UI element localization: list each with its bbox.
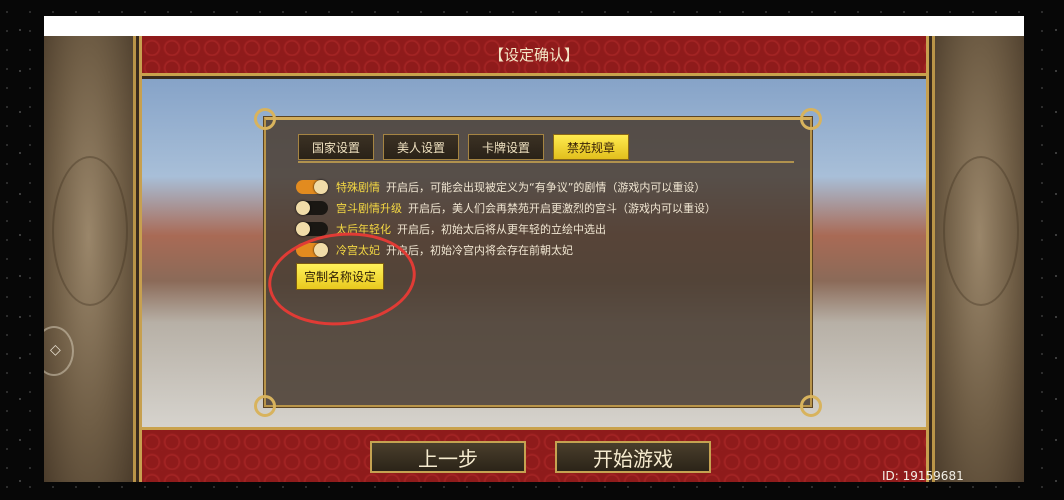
- game-screen: ◇ 【设定确认】 国家设置 美人设置 卡牌设置 禁苑规章 特殊剧情 开启后，可能…: [44, 36, 1024, 482]
- settings-frame: 【设定确认】 国家设置 美人设置 卡牌设置 禁苑规章 特殊剧情 开启后，可能会出…: [139, 36, 964, 482]
- toggle-knob: [314, 179, 328, 194]
- tab-beauty-settings[interactable]: 美人设置: [383, 134, 459, 160]
- footer-bar: 上一步 开始游戏 ID: 19159681: [142, 427, 964, 482]
- top-white-strip: [44, 16, 1024, 36]
- dragon-medallion-icon: [943, 156, 1019, 306]
- settings-panel: 国家设置 美人设置 卡牌设置 禁苑规章 特殊剧情 开启后，可能会出现被定义为“有…: [254, 108, 822, 417]
- setting-description: 开启后，初始冷宫内将会存在前朝太妃: [386, 243, 573, 257]
- start-game-button[interactable]: 开始游戏: [555, 441, 711, 473]
- setting-description: 开启后，可能会出现被定义为“有争议”的剧情（游戏内可以重设）: [386, 180, 706, 194]
- left-dragon-panel: ◇: [44, 36, 136, 482]
- tab-card-settings[interactable]: 卡牌设置: [468, 134, 544, 160]
- toggle-knob: [296, 200, 310, 215]
- tab-bar: 国家设置 美人设置 卡牌设置 禁苑规章: [298, 134, 629, 160]
- player-id: ID: 19159681: [882, 469, 964, 482]
- harem-plot-upgrade-toggle[interactable]: [296, 200, 328, 215]
- page-title: 【设定确认】: [488, 46, 579, 64]
- corner-ornament-icon: [800, 108, 822, 130]
- setting-description: 开启后，初始太后将从更年轻的立绘中选出: [397, 222, 606, 236]
- side-control-handle[interactable]: ◇: [44, 326, 74, 376]
- corner-ornament-icon: [800, 395, 822, 417]
- toggle-knob: [296, 221, 310, 236]
- right-dragon-panel: [932, 36, 1024, 482]
- previous-step-button[interactable]: 上一步: [370, 441, 526, 473]
- setting-label: 宫斗剧情升级: [336, 201, 402, 215]
- palace-background: 国家设置 美人设置 卡牌设置 禁苑规章 特殊剧情 开启后，可能会出现被定义为“有…: [142, 79, 926, 427]
- palace-name-settings-button[interactable]: 宫制名称设定: [296, 263, 384, 290]
- special-plot-toggle[interactable]: [296, 179, 328, 194]
- tab-country-settings[interactable]: 国家设置: [298, 134, 374, 160]
- tab-palace-rules[interactable]: 禁苑规章: [553, 134, 629, 160]
- side-control-icon: ◇: [50, 342, 61, 358]
- setting-description: 开启后，美人们会再禁苑开启更激烈的宫斗（游戏内可以重设）: [408, 201, 716, 215]
- setting-row-special-plot: 特殊剧情 开启后，可能会出现被定义为“有争议”的剧情（游戏内可以重设）: [296, 176, 716, 197]
- corner-ornament-icon: [254, 108, 276, 130]
- setting-label: 特殊剧情: [336, 180, 380, 194]
- header-bar: 【设定确认】: [142, 36, 926, 76]
- dragon-medallion-icon: [52, 156, 128, 306]
- tab-divider: [298, 161, 794, 163]
- corner-ornament-icon: [254, 395, 276, 417]
- young-empress-dowager-toggle[interactable]: [296, 221, 328, 236]
- setting-row-harem-plot-upgrade: 宫斗剧情升级 开启后，美人们会再禁苑开启更激烈的宫斗（游戏内可以重设）: [296, 197, 716, 218]
